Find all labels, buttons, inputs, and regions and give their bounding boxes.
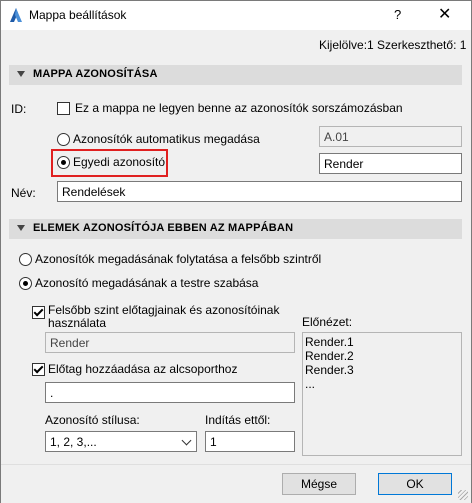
preview-item: Render.1	[305, 335, 354, 349]
exclude-from-numbering-label: Ez a mappa ne legyen benne az azonosítók…	[75, 101, 403, 115]
start-from-label: Indítás ettől:	[205, 413, 271, 427]
auto-id-label: Azonosítók automatikus megadása	[73, 132, 260, 146]
collapse-arrow-icon[interactable]	[17, 225, 25, 231]
window-title: Mappa beállítások	[29, 8, 127, 22]
id-label: ID:	[11, 102, 27, 116]
chevron-down-icon	[181, 435, 192, 446]
preview-item: Render.3	[305, 363, 354, 377]
custom-id-label: Egyedi azonosító	[73, 155, 166, 169]
title-bar: Mappa beállítások ? ✕	[1, 1, 471, 30]
add-prefix-label: Előtag hozzáadása az alcsoporthoz	[48, 362, 238, 376]
id-style-select[interactable]: 1, 2, 3,...	[45, 431, 197, 452]
custom-id-radio[interactable]	[57, 156, 70, 169]
app-logo-icon	[10, 8, 22, 22]
preview-item: ...	[305, 377, 316, 391]
use-upper-prefix-label-line1: Felsőbb szint előtagjainak és azonosítói…	[48, 303, 280, 317]
preview-item: Render.2	[305, 349, 354, 363]
custom-id-field[interactable]: Render	[319, 153, 462, 174]
id-style-value: 1, 2, 3,...	[50, 435, 97, 449]
upper-prefix-field: Render	[45, 332, 295, 353]
customize-numbering-radio[interactable]	[19, 277, 32, 290]
close-button[interactable]: ✕	[438, 4, 451, 24]
name-field[interactable]: Rendelések	[57, 181, 462, 202]
use-upper-prefix-checkbox[interactable]	[32, 306, 45, 319]
section-title: MAPPA AZONOSÍTÁSA	[33, 68, 158, 80]
section-header-element-ids[interactable]: ELEMEK AZONOSÍTÓJA EBBEN AZ MAPPÁBAN	[9, 219, 462, 239]
auto-id-radio[interactable]	[57, 133, 70, 146]
auto-id-field: A.01	[319, 126, 462, 147]
selection-status: Kijelölve:1 Szerkeszthető: 1	[319, 38, 467, 52]
dialog-window: Mappa beállítások ? ✕ Kijelölve:1 Szerke…	[0, 0, 472, 503]
exclude-from-numbering-checkbox[interactable]	[57, 102, 70, 115]
resize-grip-icon[interactable]	[458, 490, 468, 500]
collapse-arrow-icon[interactable]	[17, 71, 25, 77]
ok-button[interactable]: OK	[378, 473, 452, 495]
name-label: Név:	[11, 186, 36, 200]
start-from-field[interactable]: 1	[205, 431, 295, 452]
section-title: ELEMEK AZONOSÍTÓJA EBBEN AZ MAPPÁBAN	[33, 222, 294, 234]
prefix-field[interactable]: .	[45, 382, 295, 403]
customize-numbering-label: Azonosító megadásának a testre szabása	[35, 276, 259, 290]
preview-box: Render.1 Render.2 Render.3 ...	[302, 332, 462, 456]
continue-numbering-label: Azonosítók megadásának folytatása a fels…	[35, 252, 322, 266]
help-button[interactable]: ?	[394, 7, 401, 22]
continue-numbering-radio[interactable]	[19, 253, 32, 266]
cancel-button[interactable]: Mégse	[282, 473, 356, 495]
button-bar: Mégse OK	[1, 464, 471, 503]
section-header-folder-id[interactable]: MAPPA AZONOSÍTÁSA	[9, 65, 462, 85]
add-prefix-checkbox[interactable]	[32, 363, 45, 376]
use-upper-prefix-label-line2: használata	[48, 316, 107, 330]
preview-label: Előnézet:	[302, 315, 353, 329]
id-style-label: Azonosító stílusa:	[45, 413, 140, 427]
